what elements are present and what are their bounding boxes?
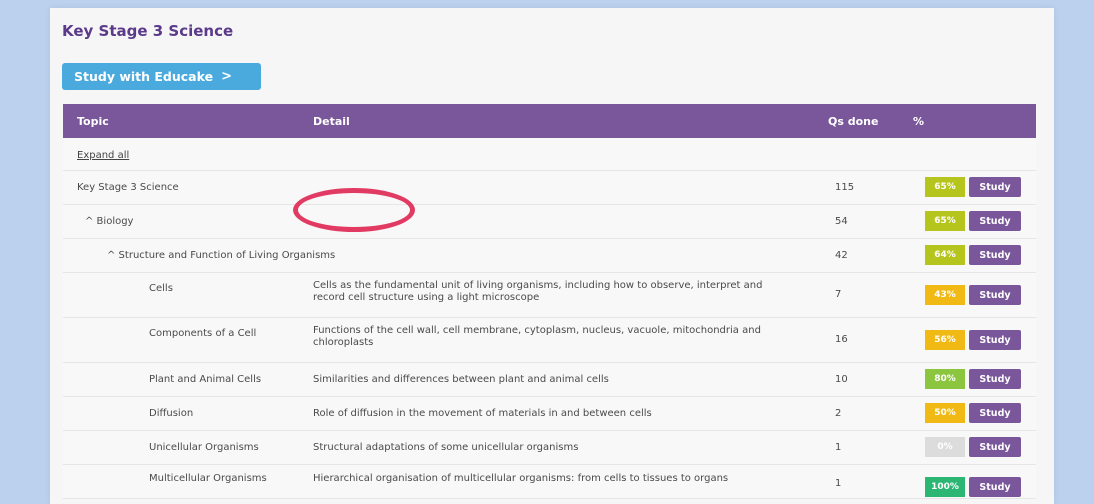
percent-badge: 43% [925, 285, 965, 305]
highlight-circle-annotation [293, 188, 415, 232]
study-with-educake-button[interactable]: Study with Educake > [62, 63, 261, 90]
header-qs-done: Qs done [828, 115, 879, 128]
row-qs-done: 115 [835, 182, 855, 193]
percent-badge: 65% [925, 211, 965, 231]
row-qs-done: 1 [835, 478, 842, 489]
table-row: Unicellular Organisms Structural adaptat… [63, 431, 1036, 465]
row-qs-done: 42 [835, 250, 848, 261]
table-row: Key Stage 3 Science 115 65% Study [63, 171, 1036, 205]
percent-badge: 100% [925, 477, 965, 497]
row-topic: Plant and Animal Cells [149, 374, 262, 385]
table-row: Plant and Animal Cells Similarities and … [63, 363, 1036, 397]
row-topic: Components of a Cell [149, 328, 257, 339]
percent-badge: 64% [925, 245, 965, 265]
table-row: ^ Biology 54 65% Study [63, 205, 1036, 239]
row-detail: Cells as the fundamental unit of living … [313, 280, 763, 303]
page-title: Key Stage 3 Science [62, 22, 234, 40]
table-header: Topic Detail Qs done % [63, 104, 1036, 138]
study-button[interactable]: Study [969, 477, 1021, 497]
study-button[interactable]: Study [969, 211, 1021, 231]
study-with-educake-label: Study with Educake [74, 69, 214, 84]
study-button[interactable]: Study [969, 245, 1021, 265]
row-topic: Multicellular Organisms [149, 473, 267, 484]
table-row: Cells Cells as the fundamental unit of l… [63, 273, 1036, 318]
row-detail: Structural adaptations of some unicellul… [313, 442, 579, 453]
study-button[interactable]: Study [969, 369, 1021, 389]
header-percent: % [913, 115, 925, 128]
row-detail: Functions of the cell wall, cell membran… [313, 325, 761, 348]
study-button[interactable]: Study [969, 330, 1021, 350]
row-qs-done: 10 [835, 374, 848, 385]
percent-badge: 65% [925, 177, 965, 197]
row-detail: Hierarchical organisation of multicellul… [313, 473, 729, 484]
percent-badge: 80% [925, 369, 965, 389]
header-topic: Topic [77, 115, 109, 128]
table-row: ^ Structure and Function of Living Organ… [63, 239, 1036, 273]
row-detail: Similarities and differences between pla… [313, 374, 609, 385]
table-row: Components of a Cell Functions of the ce… [63, 318, 1036, 363]
row-topic: Cells [149, 283, 173, 294]
percent-badge: 56% [925, 330, 965, 350]
table-row: Multicellular Organisms Hierarchical org… [63, 465, 1036, 499]
row-qs-done: 1 [835, 442, 842, 453]
study-button[interactable]: Study [969, 285, 1021, 305]
row-topic[interactable]: Key Stage 3 Science [77, 182, 179, 193]
row-qs-done: 7 [835, 289, 842, 300]
row-qs-done: 54 [835, 216, 848, 227]
row-qs-done: 16 [835, 334, 848, 345]
percent-badge: 50% [925, 403, 965, 423]
table-row: Diffusion Role of diffusion in the movem… [63, 397, 1036, 431]
topics-table: Topic Detail Qs done % Expand all Key St… [63, 104, 1036, 499]
study-button[interactable]: Study [969, 437, 1021, 457]
row-topic: Diffusion [149, 408, 194, 419]
header-detail: Detail [313, 115, 350, 128]
chevron-right-icon: > [221, 69, 232, 84]
row-qs-done: 2 [835, 408, 842, 419]
main-panel: Key Stage 3 Science Study with Educake >… [50, 8, 1054, 504]
expand-all-row: Expand all [63, 138, 1036, 171]
expand-all-link[interactable]: Expand all [77, 150, 129, 161]
row-topic: Unicellular Organisms [149, 442, 259, 453]
row-detail: Role of diffusion in the movement of mat… [313, 408, 652, 419]
study-button[interactable]: Study [969, 403, 1021, 423]
row-topic[interactable]: ^ Biology [85, 216, 133, 227]
row-topic[interactable]: ^ Structure and Function of Living Organ… [107, 250, 335, 261]
percent-badge: 0% [925, 437, 965, 457]
study-button[interactable]: Study [969, 177, 1021, 197]
